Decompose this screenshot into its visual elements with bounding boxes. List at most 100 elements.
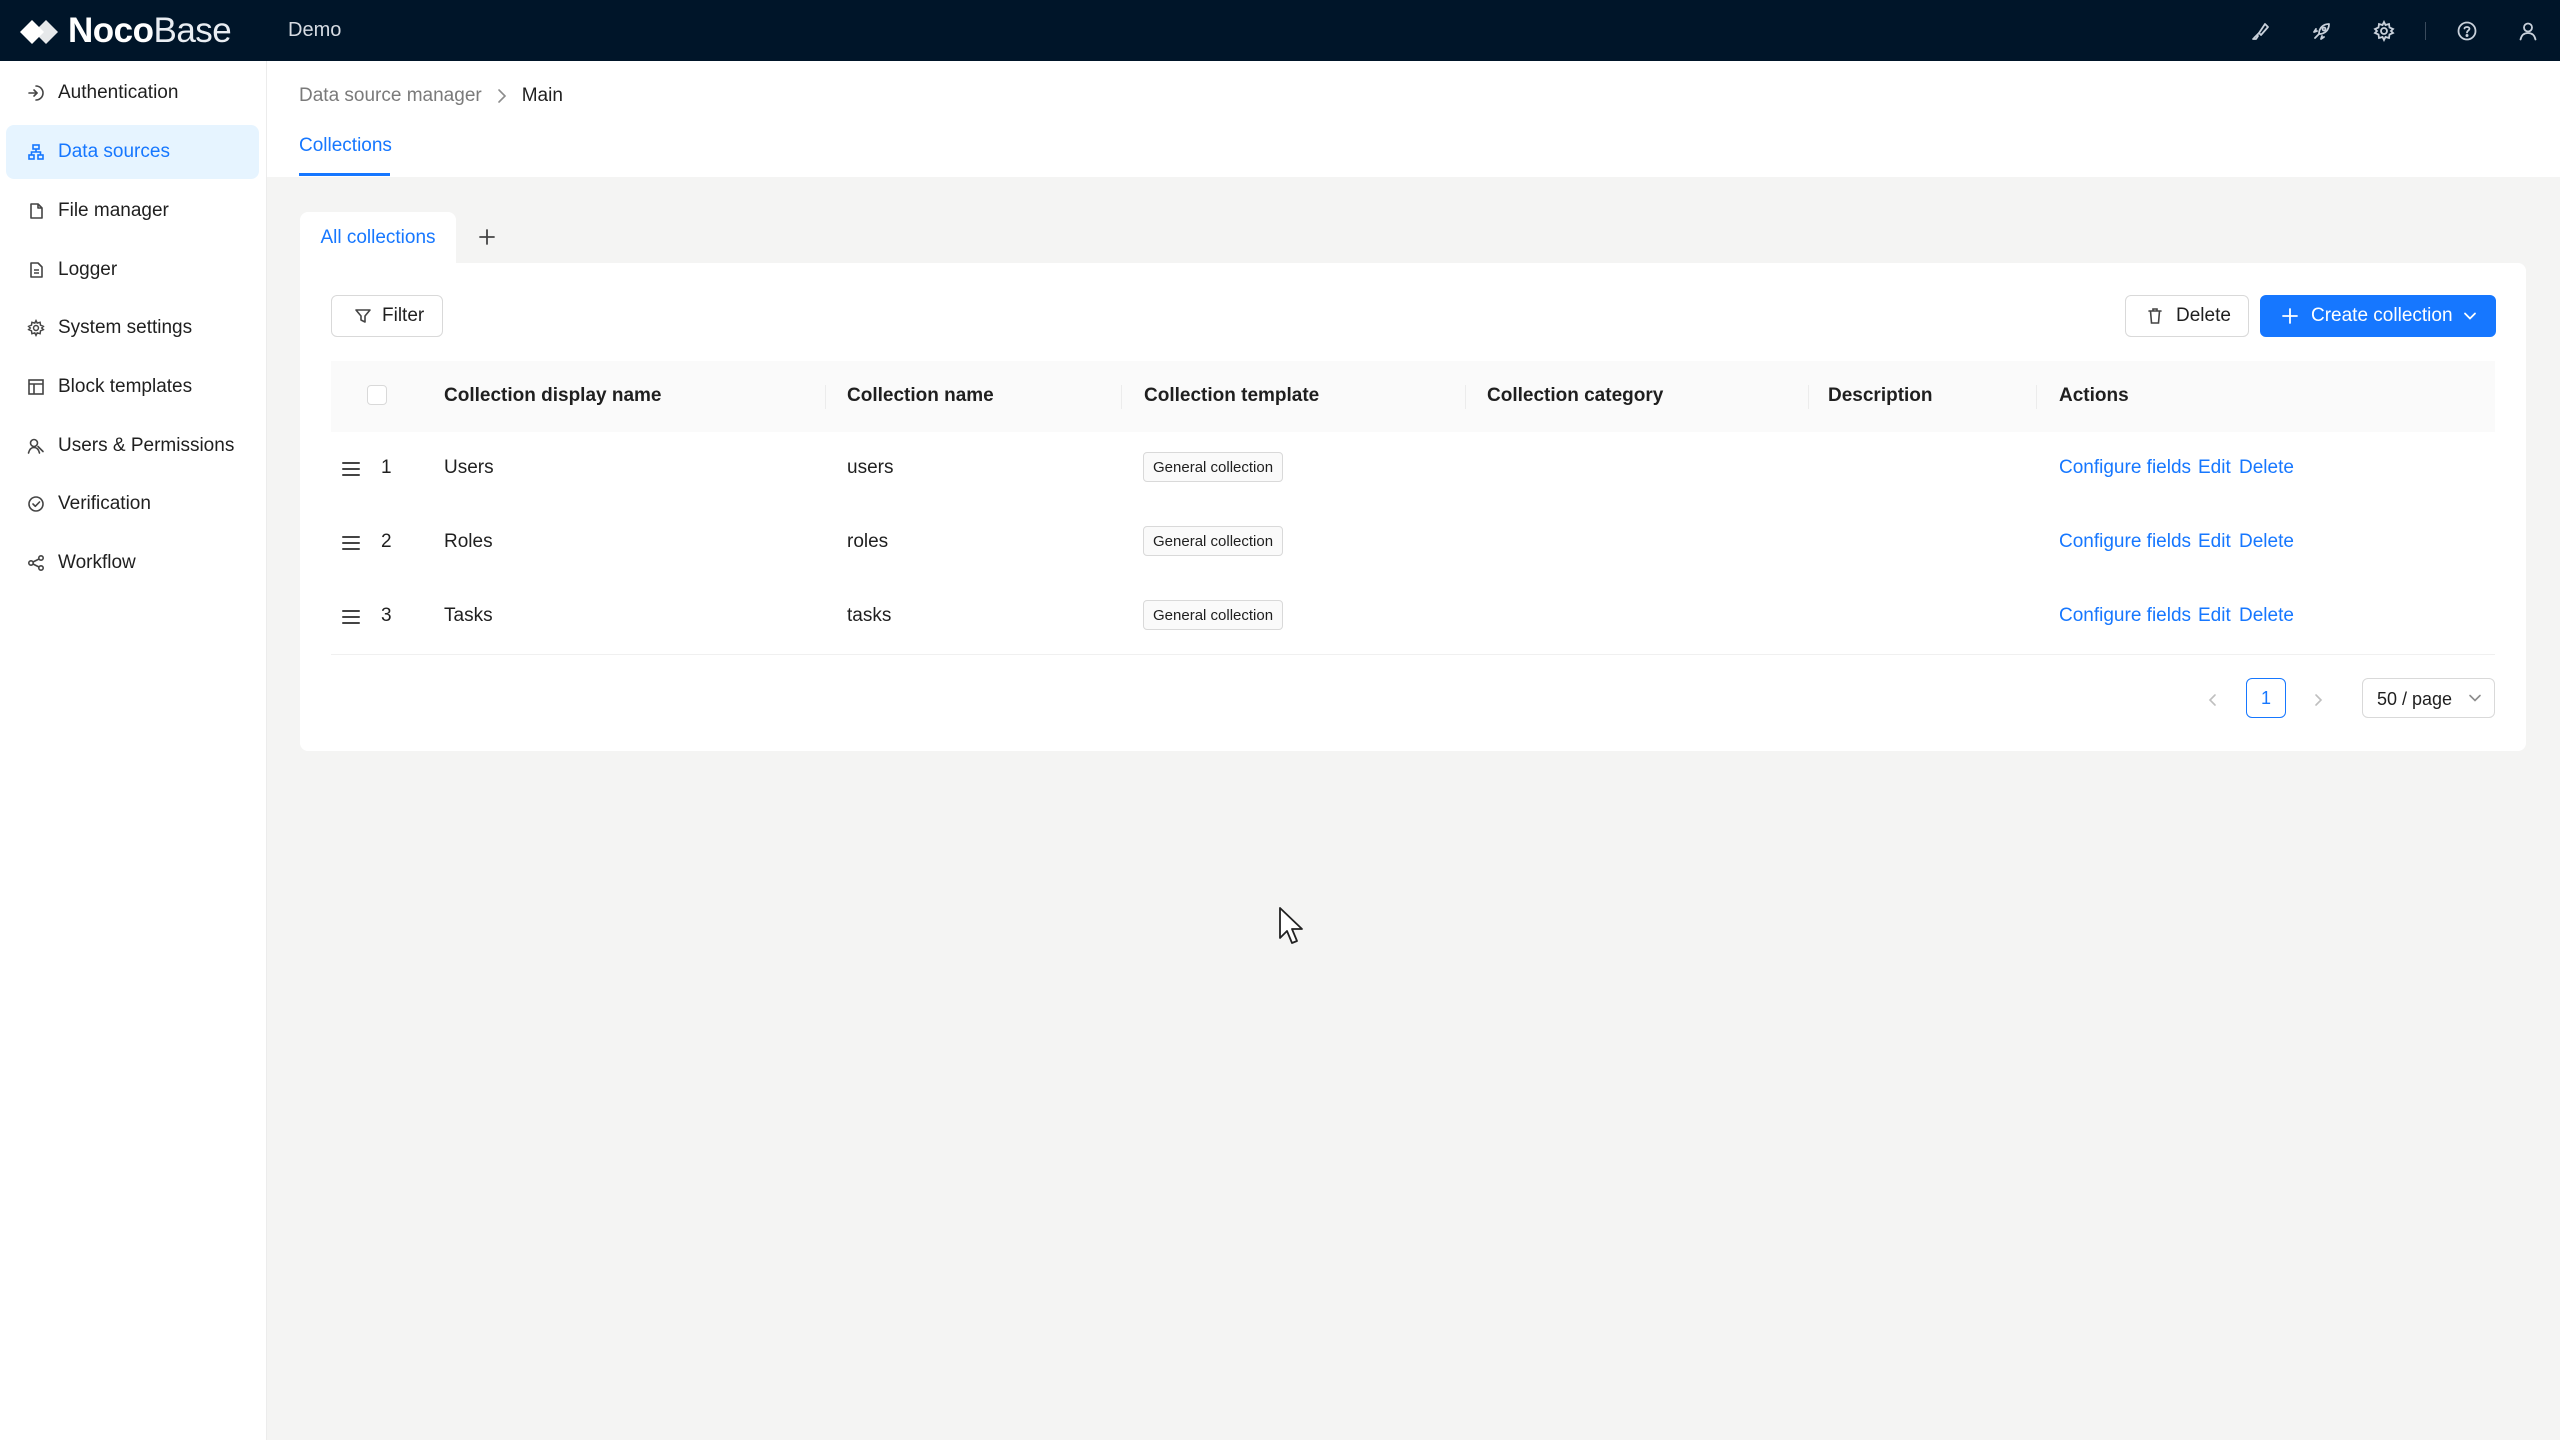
create-collection-button[interactable]: Create collection bbox=[2260, 295, 2496, 337]
page-header: Data source manager Main Collections bbox=[267, 61, 2560, 177]
configure-fields-link[interactable]: Configure fields bbox=[2059, 605, 2191, 627]
sidebar-item-label: Logger bbox=[58, 259, 118, 280]
filter-button[interactable]: Filter bbox=[331, 295, 443, 337]
delete-link[interactable]: Delete bbox=[2239, 605, 2294, 627]
filter-icon bbox=[355, 309, 371, 323]
page-number-button[interactable]: 1 bbox=[2246, 678, 2286, 718]
add-category-button[interactable] bbox=[472, 222, 502, 252]
logo-text-bold: Noco bbox=[68, 11, 154, 50]
configure-fields-link[interactable]: Configure fields bbox=[2059, 457, 2191, 479]
sidebar-item-label: Block templates bbox=[58, 376, 193, 397]
column-header-category[interactable]: Collection category bbox=[1487, 385, 1663, 407]
sidebar-item-label: System settings bbox=[58, 317, 193, 338]
column-divider bbox=[825, 385, 826, 409]
breadcrumb-main: Main bbox=[521, 85, 563, 106]
tab-collections[interactable]: Collections bbox=[299, 135, 392, 157]
template-tag: General collection bbox=[1143, 600, 1284, 630]
cell-collection-name: roles bbox=[847, 531, 889, 552]
layout-icon bbox=[26, 377, 46, 397]
row-index: 3 bbox=[381, 605, 392, 626]
toolbar-divider bbox=[2425, 22, 2426, 40]
sidebar-item-authentication[interactable]: Authentication bbox=[6, 66, 259, 120]
mouse-cursor-icon bbox=[1279, 907, 1303, 944]
next-page-button[interactable] bbox=[2304, 686, 2332, 714]
chevron-left-icon bbox=[2208, 694, 2216, 706]
chevron-down-icon bbox=[2469, 694, 2481, 702]
table-row: 3 Tasks tasks General collection Configu… bbox=[331, 580, 2495, 655]
drag-handle-icon[interactable] bbox=[340, 458, 362, 480]
sidebar-item-users-permissions[interactable]: Users & Permissions bbox=[6, 419, 259, 473]
table-row: 1 Users users General collection Configu… bbox=[331, 432, 2495, 507]
sidebar-item-logger[interactable]: Logger bbox=[6, 243, 259, 297]
login-icon bbox=[26, 83, 46, 103]
sidebar-item-block-templates[interactable]: Block templates bbox=[6, 360, 259, 414]
table-row: 2 Roles roles General collection Configu… bbox=[331, 506, 2495, 581]
nocobase-logo-icon bbox=[20, 20, 58, 44]
page-size-value: 50 / page bbox=[2377, 689, 2453, 709]
delete-button[interactable]: Delete bbox=[2125, 295, 2249, 337]
configure-fields-link[interactable]: Configure fields bbox=[2059, 531, 2191, 553]
previous-page-button[interactable] bbox=[2199, 686, 2227, 714]
cell-collection-name: tasks bbox=[847, 605, 892, 626]
column-header-actions: Actions bbox=[2059, 385, 2129, 406]
column-divider bbox=[1121, 385, 1122, 409]
file-icon bbox=[26, 201, 46, 221]
sidebar-item-system-settings[interactable]: System settings bbox=[6, 301, 259, 355]
column-header-template[interactable]: Collection template bbox=[1144, 385, 1319, 407]
chevron-down-icon bbox=[2463, 312, 2476, 320]
chevron-right-icon bbox=[496, 88, 508, 104]
sidebar-item-file-manager[interactable]: File manager bbox=[6, 184, 259, 238]
nocobase-logo[interactable]: NocoBase bbox=[18, 10, 232, 52]
delete-label: Delete bbox=[2176, 305, 2231, 326]
gear-icon[interactable] bbox=[2369, 16, 2399, 46]
drag-handle-icon[interactable] bbox=[340, 606, 362, 628]
sidebar-item-data-sources[interactable]: Data sources bbox=[6, 125, 259, 179]
sidebar-item-label: Verification bbox=[58, 493, 151, 514]
plus-icon bbox=[479, 229, 495, 245]
sidebar-item-label: Workflow bbox=[58, 552, 136, 573]
trash-icon bbox=[2148, 308, 2162, 324]
delete-link[interactable]: Delete bbox=[2239, 457, 2294, 479]
breadcrumb-data-source-manager[interactable]: Data source manager bbox=[299, 85, 482, 107]
sidebar-item-workflow[interactable]: Workflow bbox=[6, 536, 259, 590]
help-circle-icon[interactable] bbox=[2452, 16, 2482, 46]
file-text-icon bbox=[26, 260, 46, 280]
cell-collection-name: users bbox=[847, 457, 894, 478]
app-title[interactable]: Demo bbox=[288, 19, 341, 42]
cell-display-name: Roles bbox=[444, 531, 493, 552]
paint-brush-icon[interactable] bbox=[2246, 16, 2276, 46]
rocket-icon[interactable] bbox=[2307, 16, 2337, 46]
data-source-icon bbox=[26, 142, 46, 162]
delete-link[interactable]: Delete bbox=[2239, 531, 2294, 553]
sidebar-item-label: Users & Permissions bbox=[58, 435, 235, 456]
plus-icon bbox=[2282, 308, 2298, 324]
column-header-display-name[interactable]: Collection display name bbox=[444, 385, 662, 407]
sidebar-item-label: Data sources bbox=[58, 141, 170, 162]
sidebar-item-label: File manager bbox=[58, 200, 169, 221]
row-index: 1 bbox=[381, 457, 392, 478]
workflow-icon bbox=[26, 553, 46, 573]
template-tag: General collection bbox=[1143, 452, 1284, 482]
column-divider bbox=[1808, 385, 1809, 409]
drag-handle-icon[interactable] bbox=[340, 532, 362, 554]
column-header-description[interactable]: Description bbox=[1828, 385, 1933, 407]
page-size-select[interactable]: 50 / page bbox=[2362, 678, 2495, 718]
edit-link[interactable]: Edit bbox=[2198, 531, 2231, 553]
filter-label: Filter bbox=[382, 305, 425, 326]
cell-display-name: Users bbox=[444, 457, 494, 478]
cell-display-name: Tasks bbox=[444, 605, 493, 626]
edit-link[interactable]: Edit bbox=[2198, 605, 2231, 627]
users-icon bbox=[26, 436, 46, 456]
sidebar-item-label: Authentication bbox=[58, 82, 179, 103]
tab-all-collections[interactable]: All collections bbox=[300, 212, 456, 264]
active-tab-indicator bbox=[299, 173, 390, 176]
select-all-checkbox[interactable] bbox=[367, 385, 387, 405]
column-divider bbox=[2036, 385, 2037, 409]
sidebar-item-verification[interactable]: Verification bbox=[6, 477, 259, 531]
user-icon[interactable] bbox=[2513, 16, 2543, 46]
logo-text-light: Base bbox=[153, 11, 232, 50]
check-circle-icon bbox=[26, 494, 46, 514]
edit-link[interactable]: Edit bbox=[2198, 457, 2231, 479]
column-header-name[interactable]: Collection name bbox=[847, 385, 994, 407]
column-divider bbox=[1465, 385, 1466, 409]
